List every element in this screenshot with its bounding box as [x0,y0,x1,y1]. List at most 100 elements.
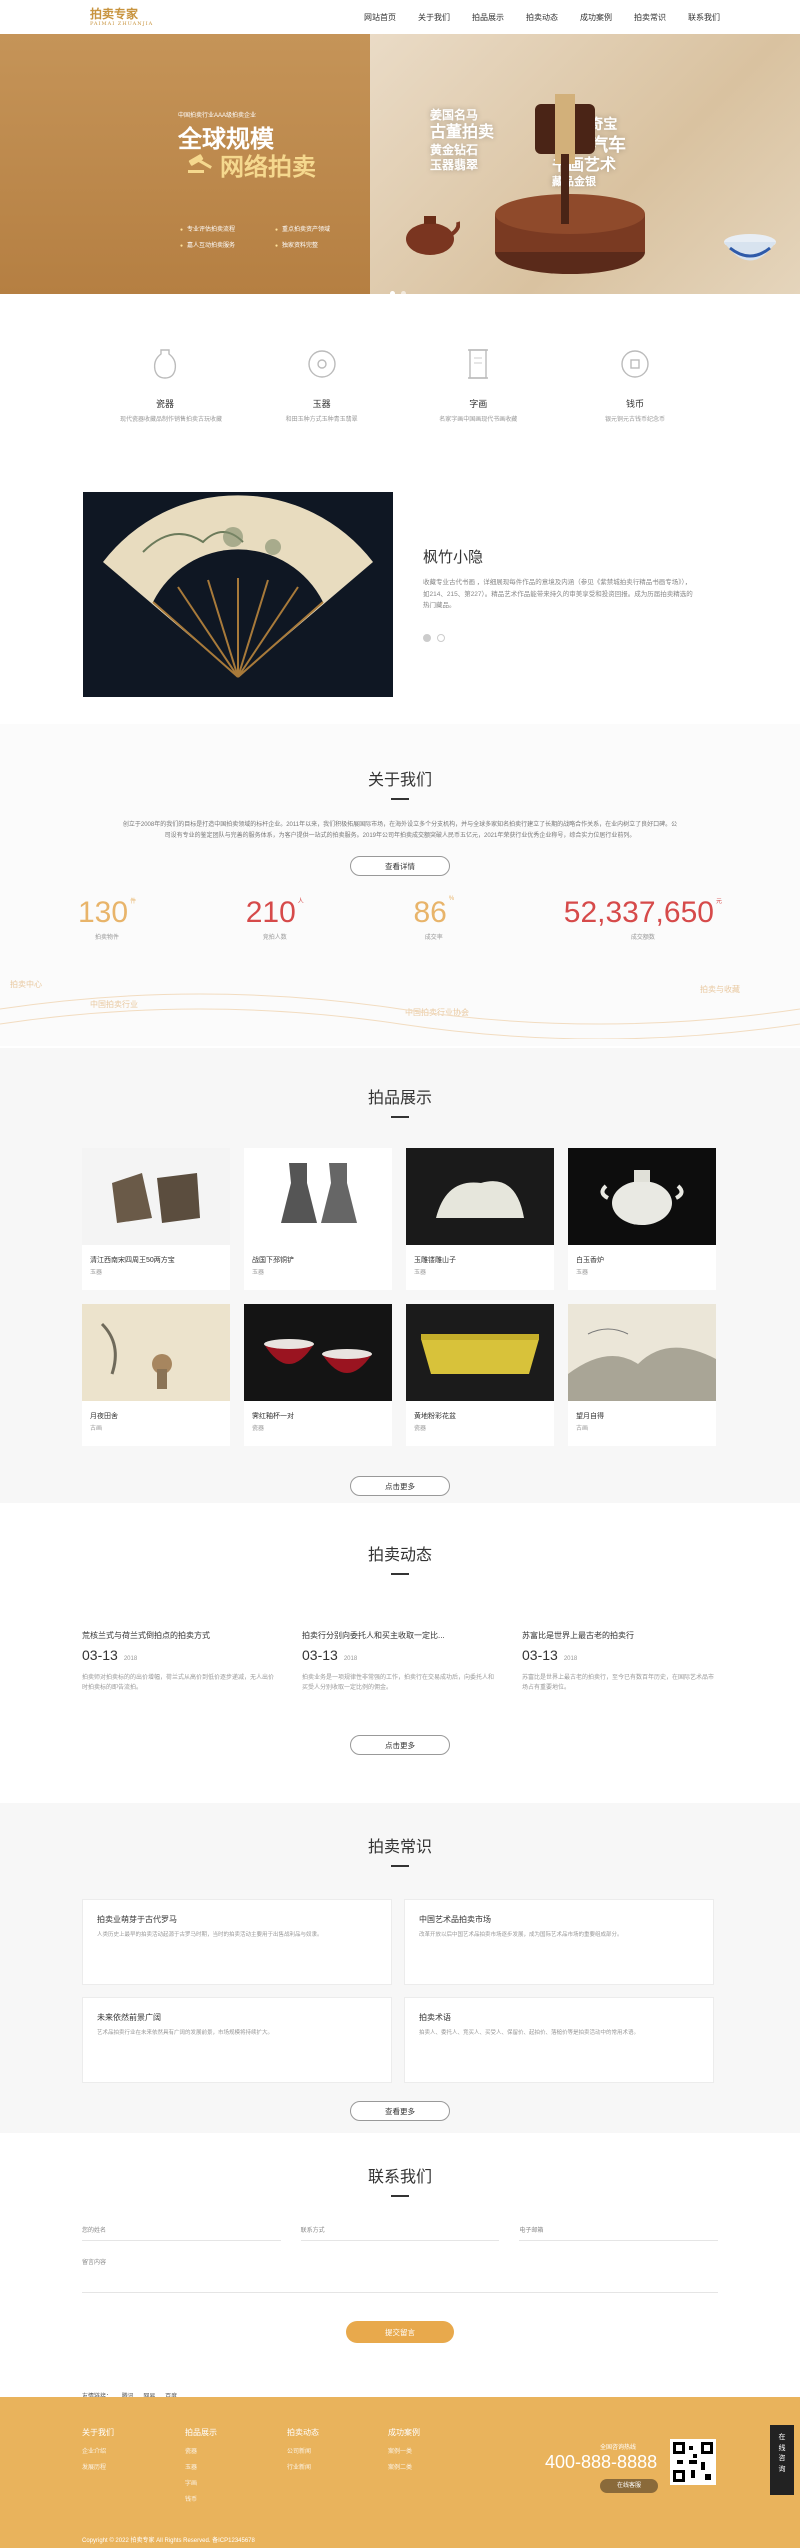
stat-value: 130 [78,895,129,929]
title-underline [391,798,409,800]
product-card[interactable]: 黄地粉彩花盆 瓷器 [406,1304,554,1446]
floating-consult-button[interactable]: 在线咨询 [770,2425,794,2495]
tip-item[interactable]: 拍卖业萌芽于古代罗马 人类历史上最早的拍卖活动起源于古罗马时期，当时的拍卖活动主… [82,1899,392,1985]
title-underline [391,1865,409,1867]
stat-unit: % [448,895,455,902]
online-service-button[interactable]: 在线客服 [600,2479,658,2493]
tips-more-button[interactable]: 查看更多 [350,2101,450,2121]
product-card[interactable]: 月夜田舍 古画 [82,1304,230,1446]
footer-link[interactable]: 字画 [185,2478,217,2487]
product-title: 清江西南宋四周王50两方宝 [90,1257,175,1264]
news-item[interactable]: 苏富比是世界上最古老的拍卖行 03-13 2018 苏富比是世界上最古老的拍卖行，… [522,1630,718,1693]
news-item[interactable]: 荒核兰式与荷兰式倒拍点的拍卖方式 03-13 2018 拍卖师对拍卖标的的出价增幅… [82,1630,278,1693]
category-porcelain[interactable]: 瓷器 现代瓷器收藏品制作销售拍卖古玩收藏 [120,344,223,479]
scroll-icon [468,349,489,379]
featured-title[interactable]: 枫竹小隐 [423,546,693,567]
banner-title-2: 网络拍卖 [220,154,316,181]
news-year: 2018 [123,1656,138,1662]
name-input[interactable]: 您的姓名 [82,2217,281,2241]
category-desc: 现代瓷器收藏品制作销售拍卖古玩收藏 [120,417,223,423]
product-card[interactable]: 白玉香炉 玉器 [568,1148,716,1290]
hero-banner[interactable]: 中国拍卖行业AAA级拍卖企业 全球规模 网络拍卖 专业评估拍卖流程 重点拍卖资产… [0,34,800,294]
teapot-icon [406,216,460,255]
footer-heading[interactable]: 关于我们 [82,2427,114,2438]
message-input[interactable]: 留言内容 [82,2249,718,2293]
product-category: 玉器 [576,1270,589,1276]
footer-col-cases: 成功案例 案例一类 案例二类 [388,2427,420,2478]
footer-heading[interactable]: 拍品展示 [185,2427,217,2438]
about-details-button[interactable]: 查看详情 [350,855,450,876]
category-row: 瓷器 现代瓷器收藏品制作销售拍卖古玩收藏 玉器 和田玉种方式玉种青玉翡翠 字画 … [0,294,800,479]
banner-dot-2[interactable] [401,291,406,294]
product-card[interactable]: 望月自得 古画 [568,1304,716,1446]
tip-item[interactable]: 未来依然前景广阔 艺术品拍卖行业在未来依然具有广阔的发展前景，市场规模将持续扩大… [82,1997,392,2083]
footer-link[interactable]: 企业介绍 [82,2446,114,2455]
stat-unit: 元 [715,898,722,905]
nav-products[interactable]: 拍品展示 [472,12,504,23]
about-title: 关于我们 [367,772,432,789]
products-more-button[interactable]: 点击更多 [350,1476,450,1496]
featured-image[interactable] [83,491,393,697]
tips-list: 拍卖业萌芽于古代罗马 人类历史上最早的拍卖活动起源于古罗马时期，当时的拍卖活动主… [0,1899,800,2083]
nav-cases[interactable]: 成功案例 [580,12,612,23]
jade-censer-icon [600,1170,684,1225]
nav-tips[interactable]: 拍卖常识 [634,12,666,23]
footer-link[interactable]: 玉器 [185,2462,217,2471]
footer-link[interactable]: 案例一类 [388,2446,420,2455]
nav-home[interactable]: 网站首页 [364,12,396,23]
footer-link[interactable]: 行业新闻 [287,2462,319,2471]
news-list: 荒核兰式与荷兰式倒拍点的拍卖方式 03-13 2018 拍卖师对拍卖标的的出价增幅… [0,1630,800,1693]
footer-link[interactable]: 瓷器 [185,2446,217,2455]
qr-code-icon [673,2442,713,2482]
red-cup-icon [264,1339,372,1373]
phone-input[interactable]: 联系方式 [300,2217,500,2241]
category-desc: 银元铜元古钱币纪念币 [604,417,665,423]
banner-dot-1[interactable] [390,291,395,294]
nav-news[interactable]: 拍卖动态 [526,12,558,23]
news-more-button[interactable]: 点击更多 [350,1735,450,1756]
news-day: 03-13 [302,1647,338,1663]
news-day: 03-13 [522,1647,558,1663]
news-section: 拍卖动态 荒核兰式与荷兰式倒拍点的拍卖方式 03-13 2018 拍卖师对拍卖标的… [0,1503,800,1803]
product-card[interactable]: 战国下邳铜铲 玉器 [244,1148,392,1290]
jade-carving-icon [436,1181,524,1218]
product-title: 黄地粉彩花盆 [414,1413,456,1420]
tip-item[interactable]: 拍卖术语 拍卖人、委托人、竞买人、买受人、保留价、起拍价、落槌价等是拍卖活动中的… [404,1997,714,2083]
product-card[interactable]: 玉雕镂雕山子 玉器 [406,1148,554,1290]
banner-feature: 嘉人互动拍卖服务 [180,240,235,249]
product-card[interactable]: 清江西南宋四周王50两方宝 玉器 [82,1148,230,1290]
product-category: 古画 [576,1426,589,1432]
featured-dot-2[interactable] [437,634,445,643]
tip-item[interactable]: 中国艺术品拍卖市场 改革开放以后中国艺术品拍卖市场逐步发展，成为国际艺术品市场的… [404,1899,714,1985]
tip-summary: 艺术品拍卖行业在未来依然具有广阔的发展前景，市场规模将持续扩大。 [97,2030,274,2036]
footer-col-products: 拍品展示 瓷器 玉器 字画 钱币 [185,2427,217,2510]
nav-contact[interactable]: 联系我们 [688,12,720,23]
site-logo[interactable]: 拍卖专家 PAIMAI ZHUANJIA [90,8,153,27]
category-painting[interactable]: 字画 名家字画中国画现代书画收藏 [433,344,523,479]
footer-heading[interactable]: 拍卖动态 [287,2427,319,2438]
logo-text: 拍卖专家 [90,6,139,21]
footer-link[interactable]: 案例二类 [388,2462,420,2471]
yellow-planter-icon [421,1334,539,1374]
footer-link[interactable]: 钱币 [185,2494,217,2503]
site-header: 拍卖专家 PAIMAI ZHUANJIA 网站首页 关于我们 拍品展示 拍卖动态… [0,0,800,34]
logo-subtext: PAIMAI ZHUANJIA [90,20,154,27]
footer-link[interactable]: 发展历程 [82,2462,114,2471]
featured-dot-1[interactable] [423,634,431,643]
nav-about[interactable]: 关于我们 [418,12,450,23]
submit-button[interactable]: 提交留言 [346,2321,454,2343]
copyright-text: Copyright © 2022 拍卖专家 All Rights Reserve… [82,2538,255,2544]
footer-link[interactable]: 公司新闻 [287,2446,319,2455]
product-card[interactable]: 霁红釉杯一对 瓷器 [244,1304,392,1446]
stat-value: 210 [245,895,296,929]
banner-pagination [390,291,406,294]
footer-heading[interactable]: 成功案例 [388,2427,420,2438]
news-item[interactable]: 拍卖行分别向委托人和买主收取一定比... 03-13 2018 拍卖业务是一项规律… [302,1630,498,1693]
decorative-wave [0,993,800,1039]
category-jade[interactable]: 玉器 和田玉种方式玉种青玉翡翠 [277,344,367,479]
category-coins[interactable]: 钱币 银元铜元古钱币纪念币 [590,344,680,479]
title-underline [391,2195,409,2197]
product-category: 古画 [90,1426,103,1432]
email-input[interactable]: 电子邮箱 [519,2217,718,2241]
about-desc: 创立于2008年的我们的目标是打造中国拍卖领域的标杆企业。2011年以来，我们积… [122,822,678,839]
